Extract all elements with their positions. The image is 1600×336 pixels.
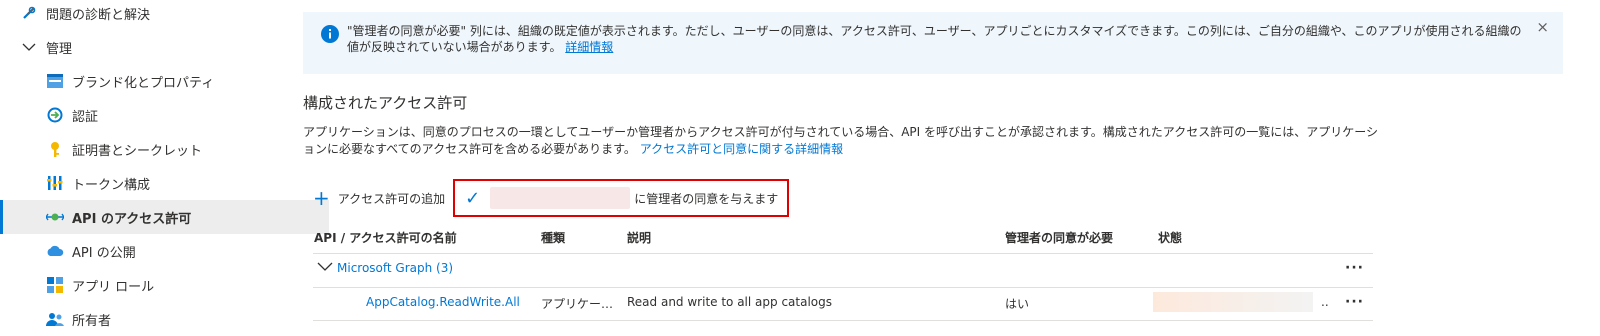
sidebar-item-label: 証明書とシークレット [72,143,203,159]
permission-name-link[interactable]: AppCatalog.ReadWrite.All [366,295,520,309]
chevron-down-icon [317,260,333,276]
permissions-consent-link[interactable]: アクセス許可と同意に関する詳細情報 [640,142,843,156]
info-icon [321,25,339,43]
chevron-down-icon [20,38,38,56]
row-divider [313,320,1373,321]
api-permissions-icon [46,208,64,226]
redacted-tenant-name [490,187,631,209]
group-divider [313,287,1373,288]
sidebar-item-owners[interactable]: 所有者 [0,302,329,336]
branding-icon [46,72,64,90]
key-icon [46,140,64,158]
token-config-icon [46,174,64,192]
banner-learn-more-link[interactable]: 詳細情報 [565,40,613,54]
authentication-icon [46,106,64,124]
sidebar-item-label: API の公開 [72,245,136,261]
sidebar-item-certificates[interactable]: 証明書とシークレット [0,132,329,166]
sidebar-item-manage[interactable]: 管理 [0,30,303,64]
permission-description: Read and write to all app catalogs [627,295,832,309]
section-description: アプリケーションは、同意のプロセスの一環としてユーザーか管理者からアクセス許可が… [303,124,1383,158]
sidebar-item-label: 管理 [46,41,73,57]
close-icon[interactable]: × [1536,18,1549,36]
column-header-name[interactable]: API / アクセス許可の名前 [314,220,457,254]
sidebar-item-label: トークン構成 [72,177,151,193]
sidebar-item-label: ブランド化とプロパティ [72,75,215,91]
app-roles-icon [46,276,64,294]
header-divider [313,253,1373,254]
add-permission-button[interactable]: + アクセス許可の追加 [303,182,453,214]
sidebar: 問題の診断と解決 管理 ブランド化とプロパティ 認証 証明書とシークレット トー… [0,0,329,333]
people-icon [46,310,64,328]
banner-text: "管理者の同意が必要" 列には、組織の既定値が表示されます。ただし、ユーザーの同… [347,24,1522,54]
sidebar-item-app-roles[interactable]: アプリ ロール [0,268,329,302]
sidebar-item-authentication[interactable]: 認証 [0,98,329,132]
column-header-type[interactable]: 種類 [541,220,565,254]
checkmark-icon: ✓ [465,187,481,209]
cloud-icon [46,242,64,260]
command-bar: + アクセス許可の追加 ✓ に管理者の同意を与えます [303,178,790,218]
row-more-options-icon[interactable]: ··· [1345,294,1364,310]
more-options-icon[interactable]: ··· [1345,260,1364,276]
column-header-description[interactable]: 説明 [627,220,651,254]
sidebar-item-token-config[interactable]: トークン構成 [0,166,329,200]
sidebar-item-label: 問題の診断と解決 [46,7,151,23]
wrench-icon [20,4,38,22]
sidebar-item-label: 所有者 [72,313,112,329]
redacted-status [1153,292,1313,312]
sidebar-item-label: アプリ ロール [72,279,155,295]
grant-admin-consent-label: に管理者の同意を与えます [634,191,779,206]
banner-message: "管理者の同意が必要" 列には、組織の既定値が表示されます。ただし、ユーザーの同… [347,12,1527,55]
column-header-status[interactable]: 状態 [1158,220,1182,254]
group-label: Microsoft Graph (3) [337,261,454,275]
grant-admin-consent-button[interactable]: ✓ に管理者の同意を与えます [453,179,790,217]
sidebar-item-expose-api[interactable]: API の公開 [0,234,329,268]
permission-type: アプリケー… [541,297,614,311]
plus-icon: + [313,186,330,210]
section-title: 構成されたアクセス許可 [303,94,468,112]
admin-consent-required: はい [1005,297,1030,311]
status-trailing-text: .. [1321,295,1329,309]
group-row-microsoft-graph[interactable]: Microsoft Graph (3) [317,260,453,276]
sidebar-item-label: API のアクセス許可 [72,211,192,227]
sidebar-item-troubleshoot[interactable]: 問題の診断と解決 [0,0,303,30]
sidebar-item-branding[interactable]: ブランド化とプロパティ [0,64,329,98]
column-header-admin-consent[interactable]: 管理者の同意が必要 [1005,220,1113,254]
add-permission-label: アクセス許可の追加 [337,191,446,206]
info-banner: "管理者の同意が必要" 列には、組織の既定値が表示されます。ただし、ユーザーの同… [303,12,1563,74]
main-content: "管理者の同意が必要" 列には、組織の既定値が表示されます。ただし、ユーザーの同… [303,0,1600,333]
sidebar-item-api-permissions[interactable]: API のアクセス許可 [0,200,329,234]
sidebar-item-label: 認証 [72,109,99,125]
